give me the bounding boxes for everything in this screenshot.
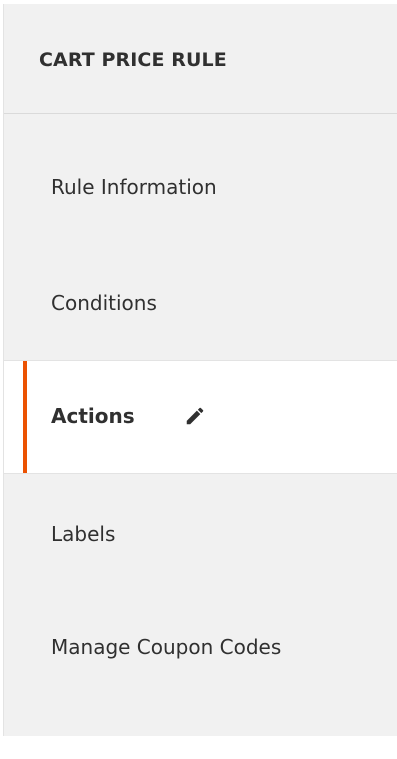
sidebar-item-label: Actions — [51, 404, 135, 428]
sidebar-item-rule-information[interactable]: Rule Information — [4, 114, 397, 256]
sidebar-item-label: Labels — [51, 522, 116, 546]
active-indicator — [23, 361, 27, 473]
sidebar-nav: CART PRICE RULE Rule Information Conditi… — [3, 4, 397, 736]
sidebar-title: CART PRICE RULE — [39, 49, 227, 71]
sidebar-item-label: Rule Information — [51, 175, 217, 199]
pencil-icon — [184, 405, 206, 427]
sidebar-item-label: Conditions — [51, 291, 157, 315]
sidebar-header: CART PRICE RULE — [4, 4, 397, 114]
sidebar-item-label: Manage Coupon Codes — [51, 635, 282, 659]
sidebar-item-manage-coupon-codes[interactable]: Manage Coupon Codes — [4, 590, 397, 736]
sidebar-item-conditions[interactable]: Conditions — [4, 244, 397, 360]
sidebar-item-actions[interactable]: Actions — [4, 360, 397, 474]
sidebar-item-labels[interactable]: Labels — [4, 474, 397, 590]
cart-price-rule-panel: CART PRICE RULE Rule Information Conditi… — [0, 0, 397, 759]
